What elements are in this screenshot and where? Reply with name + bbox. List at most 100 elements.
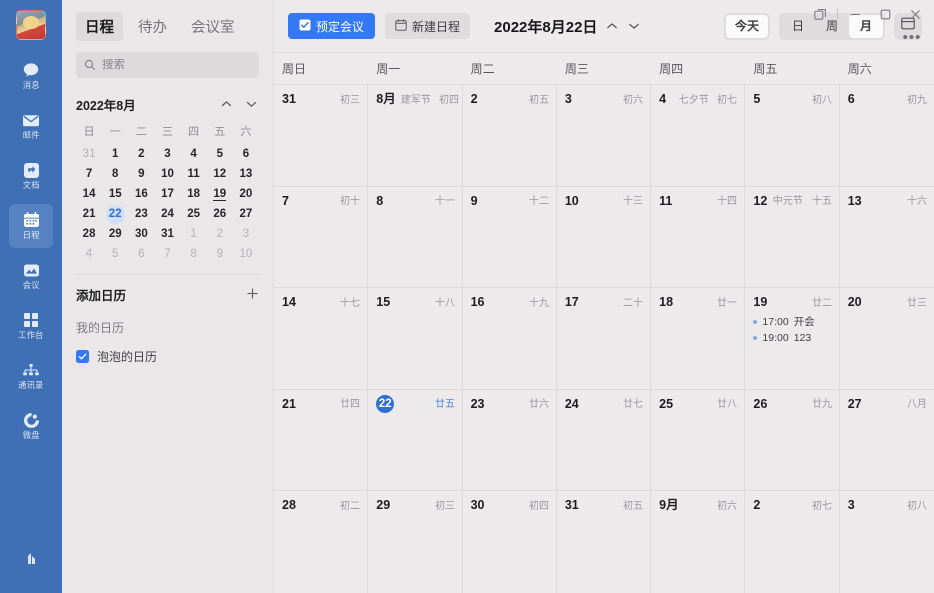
event-item[interactable]: 19:00 123 [753, 332, 831, 344]
month-day-cell[interactable]: 9 十二 [463, 186, 557, 288]
month-day-cell[interactable]: 13 十六 [840, 187, 934, 288]
maximize-icon[interactable] [870, 2, 900, 26]
mini-day-cell[interactable]: 13 [233, 164, 259, 184]
event-item[interactable]: 17:00 开会 [753, 314, 831, 329]
mini-day-cell[interactable]: 20 [233, 184, 259, 204]
month-day-cell[interactable]: 8月 建军节 初四 [368, 85, 463, 186]
mini-day-cell[interactable]: 29 [102, 224, 128, 244]
month-day-cell[interactable]: 20 廿三 [840, 288, 934, 389]
month-day-cell[interactable]: 26 廿九 [745, 389, 840, 491]
mini-day-cell[interactable]: 7 [154, 244, 180, 264]
tab-待办[interactable]: 待办 [129, 12, 176, 41]
search-input[interactable] [102, 59, 251, 71]
month-day-cell[interactable]: 29 初三 [368, 491, 463, 593]
month-day-cell[interactable]: 6 初九 [840, 85, 934, 186]
month-day-cell[interactable]: 31 初五 [557, 491, 652, 593]
month-day-cell[interactable]: 11 十四 [651, 186, 746, 288]
month-day-cell[interactable]: 21 廿四 [274, 389, 369, 491]
mini-day-cell[interactable]: 14 [76, 184, 102, 204]
book-meeting-button[interactable]: 预定会议 [288, 13, 376, 39]
avatar[interactable] [16, 10, 46, 40]
plus-icon[interactable] [246, 287, 259, 302]
mini-day-cell[interactable]: 28 [76, 224, 102, 244]
mini-day-cell[interactable]: 5 [207, 144, 233, 164]
mini-day-cell[interactable]: 15 [102, 184, 128, 204]
mini-day-cell[interactable]: 16 [128, 184, 154, 204]
mini-day-cell[interactable]: 9 [128, 164, 154, 184]
month-day-cell[interactable]: 4 七夕节 初七 [651, 85, 746, 186]
mini-day-cell[interactable]: 31 [76, 144, 102, 164]
month-day-cell[interactable]: 10 十三 [557, 186, 652, 288]
mini-day-cell[interactable]: 11 [181, 164, 207, 184]
mini-day-cell[interactable]: 6 [233, 144, 259, 164]
more-menu-button[interactable]: ••• [898, 28, 926, 48]
month-day-cell[interactable]: 22 廿五 [368, 389, 463, 491]
month-day-cell[interactable]: 30 初四 [463, 491, 557, 593]
chevron-up-icon[interactable] [221, 100, 232, 108]
month-day-cell[interactable]: 24 廿七 [557, 389, 652, 491]
month-day-cell[interactable]: 27 八月 [840, 390, 934, 491]
month-day-cell[interactable]: 17 二十 [557, 288, 652, 389]
mini-day-cell[interactable]: 18 [181, 184, 207, 204]
mini-day-cell[interactable]: 17 [154, 184, 180, 204]
mini-day-cell[interactable]: 4 [76, 244, 102, 264]
chevron-down-icon[interactable] [628, 22, 640, 30]
month-day-cell[interactable]: 16 十九 [463, 288, 557, 389]
mini-day-cell[interactable]: 2 [207, 224, 233, 244]
month-day-cell[interactable]: 9月 初六 [651, 491, 746, 593]
month-day-cell[interactable]: 3 初八 [840, 491, 934, 593]
rail-item-会议[interactable]: 会议 [9, 254, 53, 298]
rail-item-通讯录[interactable]: 通讯录 [9, 354, 53, 398]
month-day-cell[interactable]: 15 十八 [368, 288, 463, 389]
month-day-cell[interactable]: 28 初二 [274, 491, 369, 593]
mini-day-cell[interactable]: 3 [154, 144, 180, 164]
rail-item-日程[interactable]: 日程 [9, 204, 53, 248]
rail-item-文档[interactable]: 文档 [9, 154, 53, 198]
mini-day-cell[interactable]: 2 [128, 144, 154, 164]
mini-day-cell[interactable]: 26 [207, 204, 233, 224]
calendar-checkbox[interactable] [76, 350, 89, 363]
add-calendar-button[interactable]: 添加日历 [62, 275, 273, 313]
chevron-down-icon[interactable] [246, 100, 257, 108]
mini-day-cell[interactable]: 21 [76, 204, 102, 224]
rail-item-消息[interactable]: 消息 [9, 54, 53, 98]
mini-day-cell[interactable]: 25 [181, 204, 207, 224]
mini-day-cell[interactable]: 5 [102, 244, 128, 264]
new-event-button[interactable]: 新建日程 [385, 13, 471, 39]
month-day-cell[interactable]: 2 初七 [745, 491, 840, 593]
search-box[interactable] [76, 52, 259, 78]
rail-item-微盘[interactable]: 微盘 [9, 404, 53, 448]
month-day-cell[interactable]: 23 廿六 [463, 389, 557, 491]
close-icon[interactable] [900, 2, 930, 26]
mini-day-cell[interactable]: 7 [76, 164, 102, 184]
mini-day-cell[interactable]: 8 [102, 164, 128, 184]
mini-day-cell[interactable]: 23 [128, 204, 154, 224]
mini-day-cell[interactable]: 6 [128, 244, 154, 264]
month-day-cell[interactable]: 8 十一 [368, 186, 463, 288]
mini-day-cell[interactable]: 10 [154, 164, 180, 184]
pop-out-icon[interactable] [805, 2, 835, 26]
mini-day-cell[interactable]: 4 [181, 144, 207, 164]
month-day-cell[interactable]: 7 初十 [274, 186, 369, 288]
mini-day-cell[interactable]: 8 [181, 244, 207, 264]
calendar-list-item[interactable]: 泡泡的日历 [62, 342, 273, 371]
month-day-cell[interactable]: 2 初五 [463, 85, 557, 186]
month-day-cell[interactable]: 25 廿八 [651, 389, 746, 491]
mini-day-cell[interactable]: 22 [102, 204, 128, 224]
mini-day-cell[interactable]: 24 [154, 204, 180, 224]
mini-day-cell[interactable]: 27 [233, 204, 259, 224]
rail-item-工作台[interactable]: 工作台 [9, 304, 53, 348]
mini-day-cell[interactable]: 31 [154, 224, 180, 244]
month-day-cell[interactable]: 31 初三 [274, 85, 369, 186]
mini-day-cell[interactable]: 1 [102, 144, 128, 164]
month-day-cell[interactable]: 3 初六 [557, 85, 652, 186]
mini-day-cell[interactable]: 9 [207, 244, 233, 264]
mini-day-cell[interactable]: 19 [207, 184, 233, 204]
month-day-cell[interactable]: 5 初八 [745, 85, 840, 186]
today-button[interactable]: 今天 [725, 14, 768, 38]
month-day-cell[interactable]: 18 廿一 [651, 288, 746, 389]
mini-day-cell[interactable]: 10 [233, 244, 259, 264]
mini-day-cell[interactable]: 12 [207, 164, 233, 184]
month-day-cell[interactable]: 19 廿二 17:00 开会 19:00 123 [745, 288, 840, 389]
mini-day-cell[interactable]: 30 [128, 224, 154, 244]
